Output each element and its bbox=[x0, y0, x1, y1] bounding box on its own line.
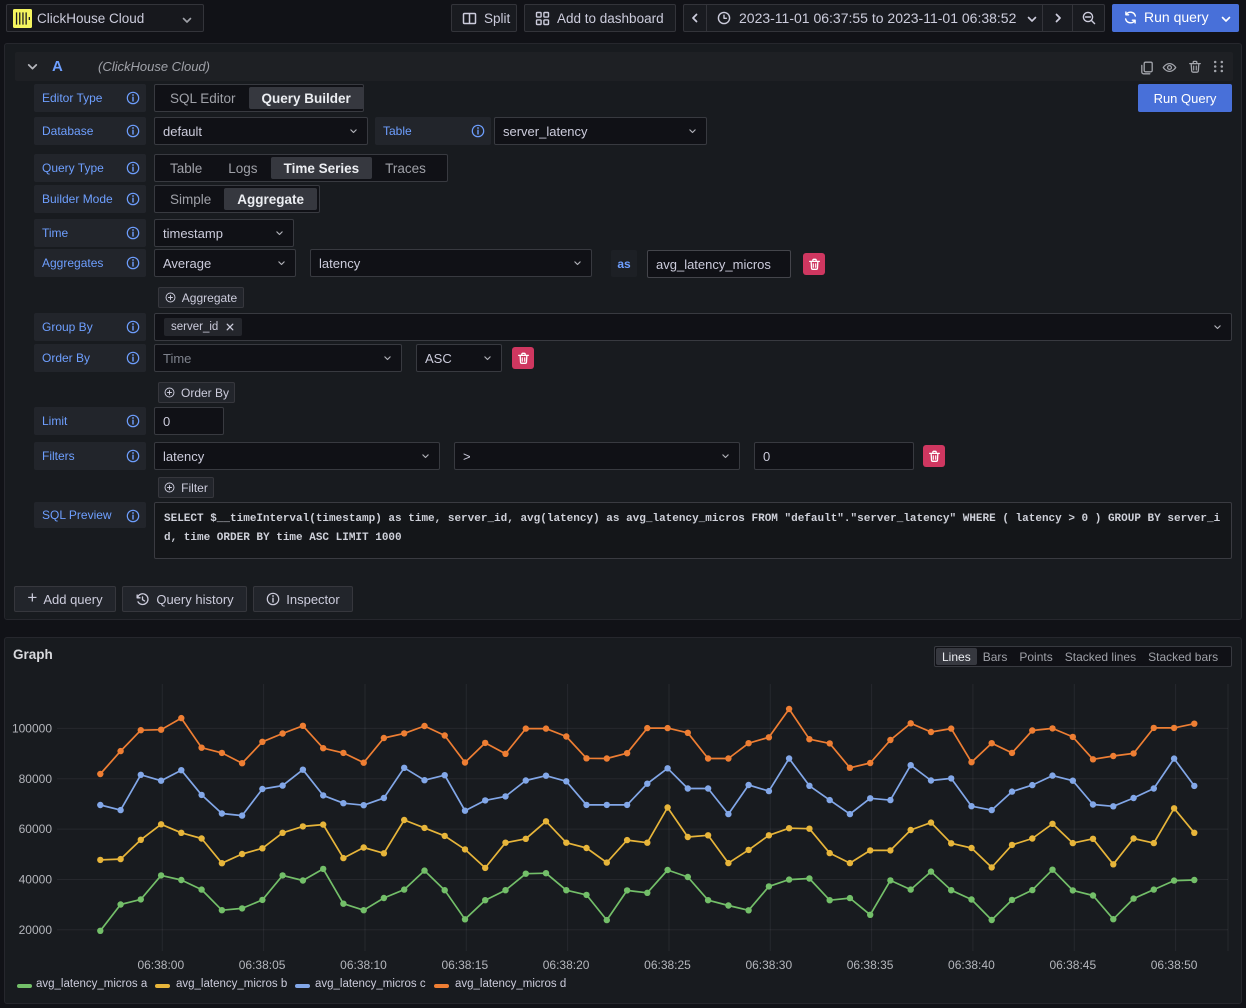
svg-text:80000: 80000 bbox=[19, 772, 53, 786]
svg-text:06:38:50: 06:38:50 bbox=[1151, 958, 1198, 972]
svg-text:40000: 40000 bbox=[19, 873, 53, 887]
svg-text:100000: 100000 bbox=[12, 721, 52, 735]
svg-text:06:38:25: 06:38:25 bbox=[644, 958, 691, 972]
svg-text:06:38:10: 06:38:10 bbox=[340, 958, 387, 972]
svg-text:06:38:05: 06:38:05 bbox=[239, 958, 286, 972]
svg-text:06:38:15: 06:38:15 bbox=[441, 958, 488, 972]
svg-text:06:38:45: 06:38:45 bbox=[1049, 958, 1096, 972]
svg-text:06:38:30: 06:38:30 bbox=[745, 958, 792, 972]
svg-text:06:38:40: 06:38:40 bbox=[948, 958, 995, 972]
svg-text:60000: 60000 bbox=[19, 822, 53, 836]
svg-text:06:38:00: 06:38:00 bbox=[137, 958, 184, 972]
svg-text:06:38:35: 06:38:35 bbox=[847, 958, 894, 972]
svg-text:20000: 20000 bbox=[19, 923, 53, 937]
svg-text:06:38:20: 06:38:20 bbox=[543, 958, 590, 972]
